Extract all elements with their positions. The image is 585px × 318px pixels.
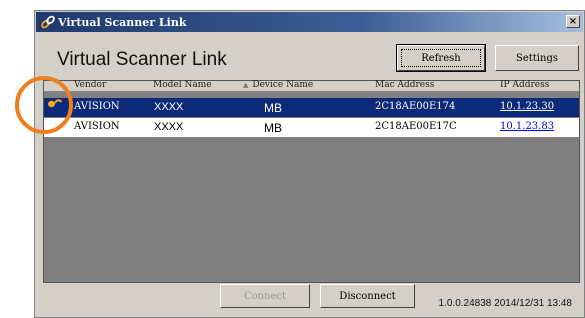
page-title: Virtual Scanner Link [57,49,227,70]
link-icon [41,15,55,29]
table-row[interactable]: AVISION XXXX MB 2C18AE00E17C 10.1.23.83 [44,118,579,137]
cell-mac-address: 2C18AE00E174 [375,101,456,112]
column-header-model-name[interactable]: Model Name [153,80,212,90]
cell-model-name: XXXX [154,101,184,113]
sort-ascending-icon: ▲ [243,81,249,89]
column-header-device-name[interactable]: ▲ Device Name [243,80,313,90]
close-button[interactable]: × [566,15,580,28]
cell-mac-address: 2C18AE00E17C [375,121,457,132]
window-title: Virtual Scanner Link [58,15,187,29]
disconnect-button[interactable]: Disconnect [320,284,415,308]
virtual-scanner-link-window: Virtual Scanner Link × Virtual Scanner L… [34,10,585,318]
cell-vendor: AVISION [74,101,120,112]
column-header-mac-address[interactable]: Mac Address [375,80,434,90]
status-text: 1.0.0.24838 2014/12/31 13:48 [438,298,572,309]
cell-ip-address-link[interactable]: 10.1.23.30 [500,101,554,112]
table-header: Vendor Model Name ▲ Device Name Mac Addre… [44,80,579,92]
table-row[interactable]: AVISION XXXX MB 2C18AE00E174 10.1.23.30 [44,98,579,117]
cell-ip-address-link[interactable]: 10.1.23.83 [500,121,554,132]
orange-highlight-circle [15,76,73,134]
cell-device-name: MB [264,101,282,115]
column-header-ip-address[interactable]: IP Address [500,80,549,90]
settings-button[interactable]: Settings [495,45,579,71]
connect-button[interactable]: Connect [220,284,310,308]
cell-vendor: AVISION [74,121,120,132]
title-bar[interactable]: Virtual Scanner Link × [36,12,583,32]
cell-model-name: XXXX [154,121,184,133]
cell-device-name: MB [264,121,282,135]
refresh-button[interactable]: Refresh [396,44,486,72]
column-header-vendor[interactable]: Vendor [74,80,106,90]
device-table[interactable]: Vendor Model Name ▲ Device Name Mac Addre… [43,80,580,283]
